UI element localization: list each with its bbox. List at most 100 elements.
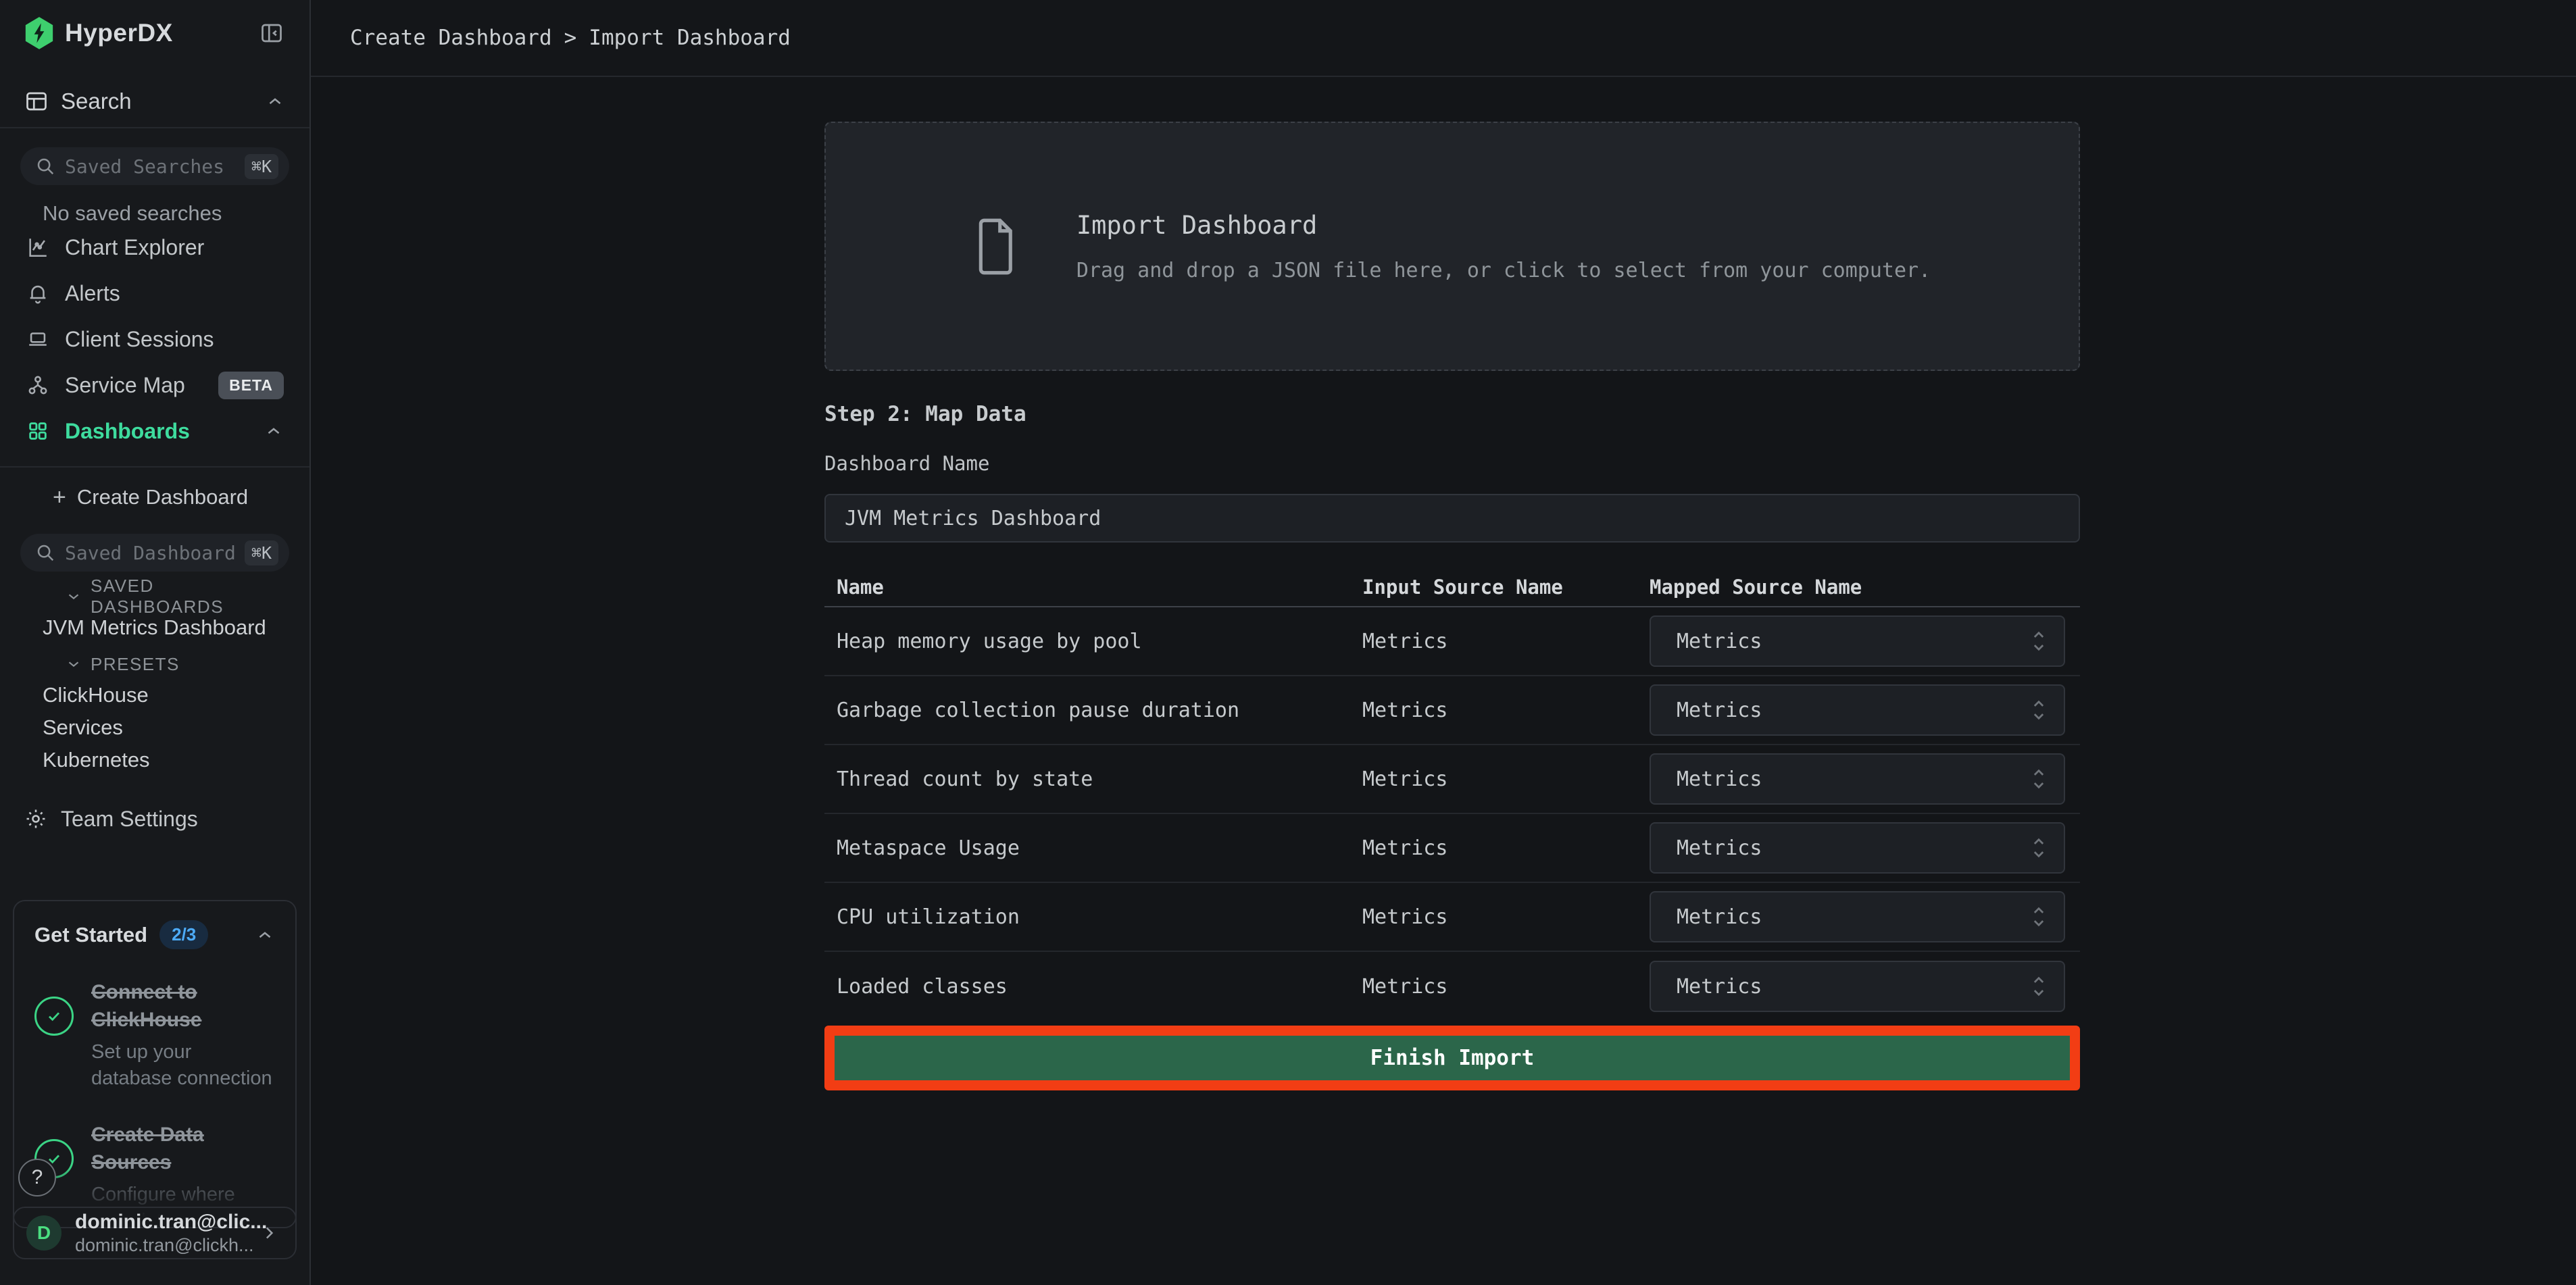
row-input-source: Metrics bbox=[1362, 975, 1650, 999]
finish-import-button[interactable]: Finish Import bbox=[835, 1036, 2070, 1080]
check-circle-icon bbox=[34, 997, 74, 1036]
preset-label: Services bbox=[43, 715, 123, 740]
column-header-name: Name bbox=[824, 576, 1362, 599]
annotation-highlight-box: Finish Import bbox=[824, 1026, 2080, 1090]
user-menu[interactable]: D dominic.tran@clic... dominic.tran@clic… bbox=[13, 1207, 297, 1259]
file-dropzone[interactable]: Import Dashboard Drag and drop a JSON fi… bbox=[824, 122, 2080, 371]
chevron-up-icon[interactable] bbox=[265, 91, 285, 111]
row-input-source: Metrics bbox=[1362, 836, 1650, 860]
user-name: dominic.tran@clic... bbox=[75, 1211, 245, 1234]
dashboards-label: Dashboards bbox=[65, 419, 190, 444]
dashboards-icon bbox=[24, 420, 51, 443]
dropzone-title: Import Dashboard bbox=[1076, 211, 1931, 240]
logo-row: HyperDX bbox=[0, 0, 309, 66]
chart-explorer-label: Chart Explorer bbox=[65, 235, 204, 260]
sidebar-item-chart-explorer[interactable]: Chart Explorer bbox=[0, 224, 309, 270]
table-row: CPU utilization Metrics Metrics bbox=[824, 883, 2080, 952]
no-saved-searches-text: No saved searches bbox=[0, 203, 309, 224]
sidebar-item-services[interactable]: Services bbox=[0, 716, 309, 739]
row-name: Metaspace Usage bbox=[824, 836, 1362, 860]
mapped-source-select[interactable]: Metrics bbox=[1650, 684, 2065, 736]
mapped-source-select[interactable]: Metrics bbox=[1650, 961, 2065, 1012]
sidebar-item-jvm-metrics-dashboard[interactable]: JVM Metrics Dashboard bbox=[0, 616, 309, 639]
row-name: Thread count by state bbox=[824, 767, 1362, 791]
row-input-source: Metrics bbox=[1362, 767, 1650, 791]
divider bbox=[0, 466, 309, 468]
help-button[interactable]: ? bbox=[18, 1159, 56, 1196]
table-row: Garbage collection pause duration Metric… bbox=[824, 676, 2080, 745]
select-carets-icon bbox=[2030, 697, 2048, 724]
saved-dashboards-input[interactable] bbox=[65, 542, 235, 564]
chevron-up-icon[interactable] bbox=[264, 421, 284, 441]
select-carets-icon bbox=[2030, 628, 2048, 655]
shortcut-badge: ⌘K bbox=[245, 154, 278, 179]
select-carets-icon bbox=[2030, 903, 2048, 930]
chevron-down-icon bbox=[65, 655, 82, 673]
sidebar-item-clickhouse[interactable]: ClickHouse bbox=[0, 684, 309, 707]
alerts-label: Alerts bbox=[65, 281, 120, 306]
select-value: Metrics bbox=[1677, 699, 1762, 722]
select-value: Metrics bbox=[1677, 836, 1762, 860]
sidebar-item-team-settings[interactable]: Team Settings bbox=[0, 799, 309, 839]
breadcrumb-create-dashboard[interactable]: Create Dashboard bbox=[350, 26, 552, 50]
plus-icon: + bbox=[53, 486, 66, 509]
sidebar-item-kubernetes[interactable]: Kubernetes bbox=[0, 749, 309, 772]
team-settings-label: Team Settings bbox=[61, 807, 198, 832]
table-row: Heap memory usage by pool Metrics Metric… bbox=[824, 607, 2080, 676]
get-started-title: Get Started bbox=[34, 923, 147, 947]
get-started-progress-badge: 2/3 bbox=[159, 920, 208, 949]
get-started-item-desc: Set up your database connection bbox=[91, 1039, 275, 1092]
breadcrumb-separator: > bbox=[564, 26, 577, 50]
bell-icon bbox=[24, 282, 51, 305]
sidebar-item-search[interactable]: Search bbox=[0, 76, 309, 127]
row-name: Garbage collection pause duration bbox=[824, 699, 1362, 722]
service-map-label: Service Map bbox=[65, 373, 185, 398]
gear-icon bbox=[24, 807, 47, 830]
column-header-input-source: Input Source Name bbox=[1362, 576, 1650, 599]
select-carets-icon bbox=[2030, 973, 2048, 1000]
app-logo[interactable]: HyperDX bbox=[24, 17, 173, 49]
get-started-item-connect-clickhouse[interactable]: Connect to ClickHouse Set up your databa… bbox=[34, 979, 275, 1092]
search-icon bbox=[35, 156, 55, 176]
topbar: Create Dashboard > Import Dashboard bbox=[311, 0, 2576, 77]
create-dashboard-button[interactable]: + Create Dashboard bbox=[0, 476, 309, 519]
get-started-item-title: Create Data Sources bbox=[91, 1122, 275, 1176]
sidebar-item-alerts[interactable]: Alerts bbox=[0, 270, 309, 316]
search-section-icon bbox=[24, 89, 49, 114]
service-map-icon bbox=[24, 374, 51, 397]
saved-dashboards-section-header[interactable]: SAVED DASHBOARDS bbox=[0, 586, 309, 607]
sidebar-item-dashboards[interactable]: Dashboards bbox=[0, 408, 309, 454]
mapped-source-select[interactable]: Metrics bbox=[1650, 891, 2065, 942]
row-name: Loaded classes bbox=[824, 975, 1362, 999]
mapped-source-select[interactable]: Metrics bbox=[1650, 615, 2065, 667]
file-icon bbox=[974, 217, 1016, 276]
select-carets-icon bbox=[2030, 765, 2048, 792]
presets-section-header[interactable]: PRESETS bbox=[0, 654, 309, 674]
table-row: Metaspace Usage Metrics Metrics bbox=[824, 814, 2080, 883]
question-mark-icon: ? bbox=[32, 1166, 43, 1189]
breadcrumb: Create Dashboard > Import Dashboard bbox=[350, 26, 791, 50]
app-title: HyperDX bbox=[65, 19, 173, 47]
dashboard-name-input[interactable] bbox=[824, 494, 2080, 543]
sidebar-item-client-sessions[interactable]: Client Sessions bbox=[0, 316, 309, 362]
app-root: HyperDX Search ⌘K No saved searches bbox=[0, 0, 2576, 1285]
presets-section-label: PRESETS bbox=[91, 654, 180, 675]
search-section-label: Search bbox=[61, 89, 132, 114]
collapse-sidebar-icon[interactable] bbox=[259, 21, 284, 45]
saved-searches-searchbox[interactable]: ⌘K bbox=[20, 147, 289, 185]
mapped-source-select[interactable]: Metrics bbox=[1650, 822, 2065, 874]
sidebar-item-service-map[interactable]: Service Map BETA bbox=[0, 362, 309, 408]
saved-dashboards-searchbox[interactable]: ⌘K bbox=[20, 534, 289, 572]
select-value: Metrics bbox=[1677, 767, 1762, 791]
chevron-right-icon bbox=[259, 1223, 279, 1243]
chevron-down-icon bbox=[65, 588, 82, 605]
select-value: Metrics bbox=[1677, 905, 1762, 929]
mapped-source-select[interactable]: Metrics bbox=[1650, 753, 2065, 805]
row-name: Heap memory usage by pool bbox=[824, 630, 1362, 653]
breadcrumb-import-dashboard[interactable]: Import Dashboard bbox=[589, 26, 791, 50]
select-value: Metrics bbox=[1677, 975, 1762, 999]
hyperdx-logo-icon bbox=[24, 17, 54, 49]
import-dashboard-content: Import Dashboard Drag and drop a JSON fi… bbox=[824, 77, 2080, 1090]
chevron-up-icon[interactable] bbox=[255, 925, 275, 945]
saved-searches-input[interactable] bbox=[65, 155, 235, 178]
